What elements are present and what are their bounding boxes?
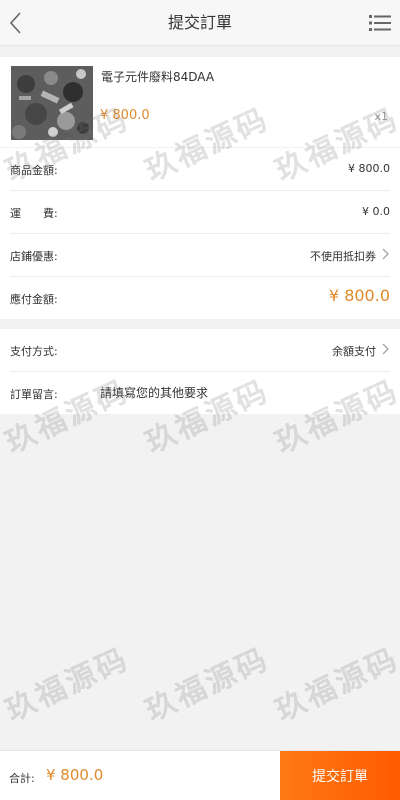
page: 提交訂單 電子元件廢料84DAA ¥ 800.0 x1 商品金額: ¥ 800.… [0, 0, 400, 800]
watermark: 玖福源码 [0, 641, 135, 729]
watermark: 玖福源码 [270, 641, 400, 729]
payable-amount-value: ¥ 800.0 [328, 286, 390, 305]
back-button[interactable] [6, 9, 26, 37]
submit-order-button[interactable]: 提交訂單 [280, 751, 400, 800]
payment-method-value[interactable]: 余額支付 [332, 343, 376, 359]
header-bar: 提交訂單 [0, 0, 400, 46]
goods-amount-label: 商品金額: [10, 164, 58, 177]
order-note-label: 訂單留言: [10, 388, 58, 401]
list-icon [369, 15, 391, 31]
goods-amount-value: ¥ 800.0 [348, 162, 390, 175]
row-store-discount[interactable]: 店鋪優惠: 不使用抵扣券 [10, 234, 390, 277]
chevron-left-icon [9, 12, 21, 34]
product-name: 電子元件廢料84DAA [101, 70, 215, 84]
bottom-bar: 合計: ¥ 800.0 提交訂單 [0, 750, 400, 800]
store-discount-label: 店鋪優惠: [10, 250, 58, 263]
product-card[interactable]: 電子元件廢料84DAA ¥ 800.0 x1 [0, 57, 400, 147]
product-price: ¥ 800.0 [100, 108, 150, 123]
menu-button[interactable] [369, 13, 391, 33]
store-discount-value[interactable]: 不使用抵扣券 [310, 248, 376, 264]
chevron-right-icon [382, 248, 389, 260]
row-goods-amount: 商品金額: ¥ 800.0 [10, 148, 390, 191]
product-image [11, 66, 93, 140]
payment-method-label: 支付方式: [10, 345, 58, 358]
row-payable-amount: 應付金額: ¥ 800.0 [10, 277, 390, 320]
row-order-note: 訂單留言: [10, 372, 390, 415]
payable-amount-label: 應付金額: [10, 293, 58, 306]
total-value: ¥ 800.0 [46, 766, 104, 784]
payment-note-section: 支付方式: 余額支付 訂單留言: [0, 329, 400, 414]
product-quantity: x1 [374, 110, 388, 123]
shipping-value: ¥ 0.0 [362, 205, 390, 218]
watermark: 玖福源码 [140, 641, 275, 729]
page-title: 提交訂單 [167, 13, 232, 32]
total-label: 合計: [9, 772, 35, 785]
shipping-label: 運 費: [10, 207, 58, 220]
chevron-right-icon [382, 343, 389, 355]
order-note-input[interactable] [100, 384, 390, 402]
row-payment-method[interactable]: 支付方式: 余額支付 [10, 329, 390, 372]
row-shipping: 運 費: ¥ 0.0 [10, 191, 390, 234]
order-summary: 商品金額: ¥ 800.0 運 費: ¥ 0.0 店鋪優惠: 不使用抵扣券 應付… [0, 148, 400, 319]
